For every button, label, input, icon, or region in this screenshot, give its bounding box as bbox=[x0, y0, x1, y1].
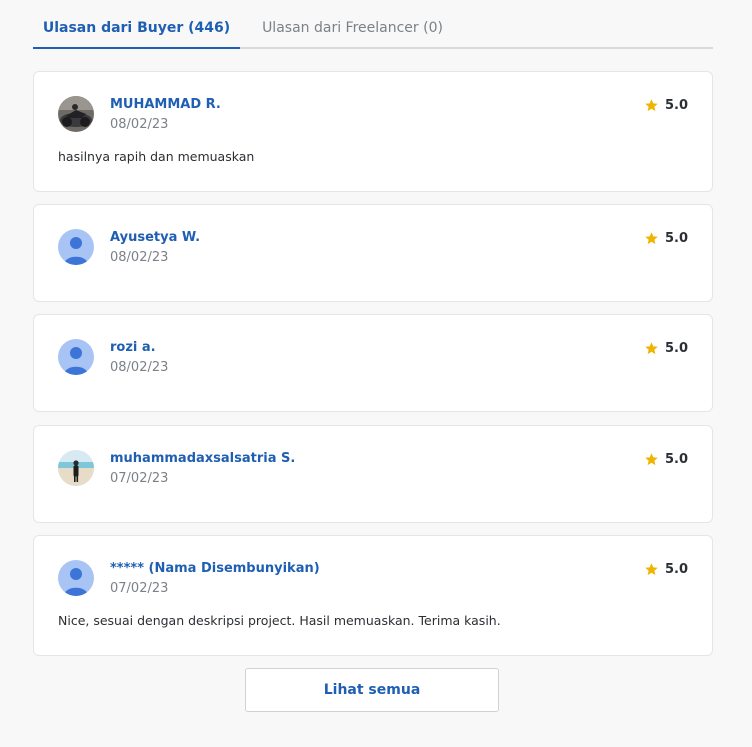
review-card: muhammadaxsalsatria S. 07/02/23 5.0 bbox=[33, 425, 713, 523]
review-comment: Nice, sesuai dengan deskripsi project. H… bbox=[58, 613, 501, 628]
star-icon bbox=[645, 341, 658, 354]
default-user-icon bbox=[58, 560, 94, 596]
star-icon bbox=[645, 452, 658, 465]
reviewer-name[interactable]: muhammadaxsalsatria S. bbox=[110, 450, 295, 468]
motorcycle-photo-icon bbox=[58, 96, 94, 132]
review-date: 08/02/23 bbox=[110, 117, 169, 132]
rating: 5.0 bbox=[644, 96, 688, 114]
star-icon bbox=[645, 562, 658, 575]
avatar bbox=[58, 229, 94, 265]
tab-freelancer-reviews[interactable]: Ulasan dari Freelancer (0) bbox=[240, 18, 465, 38]
review-date: 08/02/23 bbox=[110, 250, 169, 265]
review-date: 07/02/23 bbox=[110, 581, 169, 596]
rating-value: 5.0 bbox=[664, 97, 688, 113]
review-card: MUHAMMAD R. 08/02/23 5.0 hasilnya rapih … bbox=[33, 71, 713, 192]
see-all-button[interactable]: Lihat semua bbox=[245, 668, 499, 712]
review-date: 08/02/23 bbox=[110, 360, 169, 375]
reviewer-name[interactable]: MUHAMMAD R. bbox=[110, 96, 221, 114]
review-date: 07/02/23 bbox=[110, 471, 169, 486]
avatar bbox=[58, 450, 94, 486]
star-icon bbox=[645, 98, 658, 111]
avatar bbox=[58, 96, 94, 132]
review-card: ***** (Nama Disembunyikan) 07/02/23 5.0 … bbox=[33, 535, 713, 656]
rating: 5.0 bbox=[644, 560, 688, 578]
star-icon bbox=[645, 231, 658, 244]
avatar bbox=[58, 560, 94, 596]
reviewer-name[interactable]: ***** (Nama Disembunyikan) bbox=[110, 560, 320, 578]
avatar bbox=[58, 339, 94, 375]
rating-value: 5.0 bbox=[664, 230, 688, 246]
review-tabs: Ulasan dari Buyer (446) Ulasan dari Free… bbox=[33, 0, 713, 49]
rating: 5.0 bbox=[644, 229, 688, 247]
rating: 5.0 bbox=[644, 450, 688, 468]
default-user-icon bbox=[58, 229, 94, 265]
beach-photo-icon bbox=[58, 450, 94, 486]
reviewer-name[interactable]: Ayusetya W. bbox=[110, 229, 200, 247]
rating: 5.0 bbox=[644, 339, 688, 357]
review-card: rozi a. 08/02/23 5.0 bbox=[33, 314, 713, 412]
rating-value: 5.0 bbox=[664, 340, 688, 356]
review-card: Ayusetya W. 08/02/23 5.0 bbox=[33, 204, 713, 302]
reviewer-name[interactable]: rozi a. bbox=[110, 339, 156, 357]
rating-value: 5.0 bbox=[664, 561, 688, 577]
default-user-icon bbox=[58, 339, 94, 375]
tab-buyer-reviews[interactable]: Ulasan dari Buyer (446) bbox=[33, 18, 240, 49]
review-panel: Ulasan dari Buyer (446) Ulasan dari Free… bbox=[0, 0, 752, 747]
review-comment: hasilnya rapih dan memuaskan bbox=[58, 149, 255, 164]
rating-value: 5.0 bbox=[664, 451, 688, 467]
